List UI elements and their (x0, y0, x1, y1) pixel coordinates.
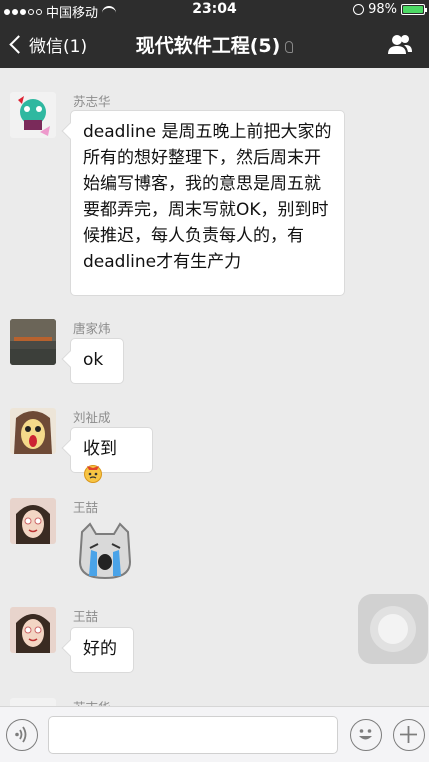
voice-mode-button[interactable] (6, 719, 38, 751)
avatar[interactable] (10, 408, 56, 454)
message-bubble[interactable]: deadline 是周五晚上前把大家的所有的想好整理下，然后周末开始编写博客，我… (70, 110, 345, 296)
more-button[interactable] (393, 719, 425, 751)
message-bubble[interactable]: 好的 (70, 627, 134, 673)
chat-title: 现代软件工程(5) (135, 35, 281, 57)
angry-face-emoji (84, 465, 102, 483)
sender-name: 王喆 (73, 500, 99, 515)
message-text: ok (83, 350, 104, 370)
avatar[interactable] (10, 498, 56, 544)
battery-icon (401, 4, 427, 15)
message-text: deadline 是周五晚上前把大家的所有的想好整理下，然后周末开始编写博客，我… (83, 122, 332, 272)
input-bar (0, 706, 429, 762)
sender-name: 唐家炜 (73, 321, 111, 336)
message-input[interactable] (48, 716, 338, 754)
status-bar: 中国移动 23:04 98% (0, 0, 429, 21)
sender-name: 苏志华 (73, 697, 111, 706)
chat-title-group: 现代软件工程(5) (0, 31, 429, 58)
plus-icon (400, 726, 417, 743)
message-text: 收到 (83, 439, 117, 459)
avatar[interactable] (10, 92, 56, 138)
assistive-touch-button[interactable] (358, 594, 428, 664)
avatar[interactable] (10, 607, 56, 653)
battery-group: 98% (353, 2, 427, 17)
message-bubble[interactable]: 收到 (70, 427, 153, 483)
emoji-button[interactable] (350, 719, 382, 751)
crying-cat-sticker[interactable] (76, 522, 134, 582)
avatar[interactable] (10, 698, 56, 706)
group-members-icon[interactable] (387, 34, 413, 54)
voice-mode-icon (15, 726, 27, 743)
avatar[interactable] (10, 319, 56, 365)
sender-name: 刘祉成 (73, 410, 111, 425)
sender-name: 王喆 (73, 609, 99, 624)
message-bubble[interactable]: ok (70, 338, 124, 384)
battery-percent: 98% (368, 2, 397, 17)
sender-name: 苏志华 (73, 94, 111, 109)
message-text: 好的 (83, 639, 117, 659)
emoji-icon (359, 729, 372, 740)
earpiece-mode-icon (285, 40, 294, 53)
nav-bar: 微信(1) 现代软件工程(5) (0, 20, 429, 68)
rotation-lock-icon (353, 4, 365, 15)
